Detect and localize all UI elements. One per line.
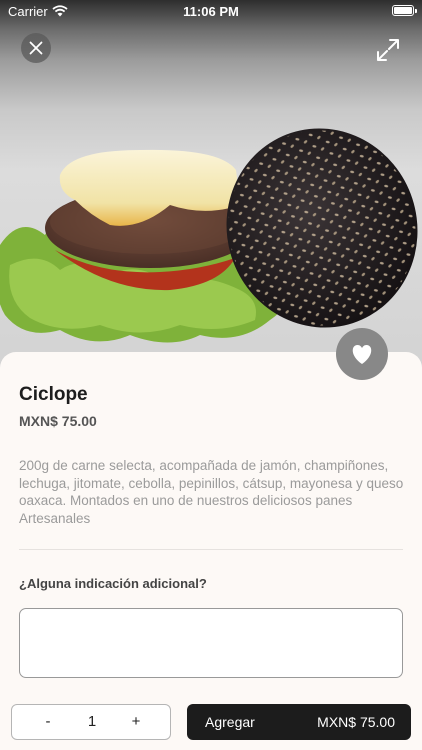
clock: 11:06 PM [183, 4, 239, 19]
add-button-total: MXN$ 75.00 [317, 714, 395, 730]
heart-icon [352, 345, 372, 364]
close-icon [29, 41, 43, 55]
add-button-label: Agregar [205, 714, 255, 730]
product-description: 200g de carne selecta, acompañada de jam… [19, 458, 404, 526]
close-button[interactable] [21, 33, 51, 63]
increase-quantity-button[interactable]: + [118, 705, 154, 739]
favorite-button[interactable] [336, 328, 388, 380]
quantity-stepper: - 1 + [11, 704, 171, 740]
expand-button[interactable] [375, 37, 401, 63]
product-detail-sheet [0, 352, 422, 750]
product-image: Carrier 11:06 PM [0, 0, 422, 372]
status-bar: Carrier 11:06 PM [0, 0, 422, 24]
add-to-order-button[interactable]: Agregar MXN$ 75.00 [187, 704, 411, 740]
battery-icon [392, 5, 417, 16]
expand-icon [377, 39, 399, 61]
decrease-quantity-button[interactable]: - [30, 705, 66, 739]
burger-photo [0, 128, 418, 343]
instructions-label: ¿Alguna indicación adicional? [19, 576, 207, 591]
quantity-value: 1 [87, 713, 97, 730]
divider [19, 549, 403, 550]
product-name: Ciclope [19, 384, 88, 405]
product-price: MXN$ 75.00 [19, 413, 97, 429]
instructions-input[interactable] [19, 608, 403, 678]
